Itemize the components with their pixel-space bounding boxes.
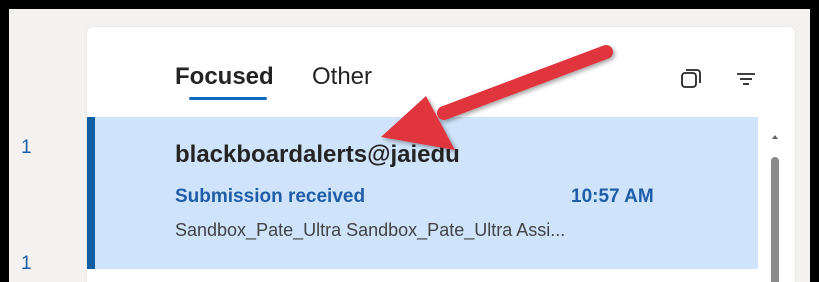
- tab-focused[interactable]: Focused: [175, 63, 274, 91]
- folder-unread-count: 1: [21, 137, 32, 158]
- folder-unread-count: 1: [21, 253, 32, 274]
- message-subject: Submission received: [175, 186, 366, 207]
- select-icon: [681, 69, 701, 88]
- selected-item-indicator: [87, 117, 95, 269]
- tab-other[interactable]: Other: [312, 63, 372, 91]
- scrollbar-thumb[interactable]: [771, 157, 779, 282]
- message-sender: blackboardalerts@jaiedu: [175, 141, 460, 168]
- filter-icon: [737, 73, 755, 85]
- filter-button[interactable]: [734, 67, 758, 91]
- message-time: 10:57 AM: [571, 186, 654, 207]
- app-frame: 1 1 Focused Other blackboardalerts@jaied…: [0, 0, 819, 282]
- select-button[interactable]: [679, 67, 703, 91]
- message-list-pane: Focused Other blackboardalerts@jaiedu Su…: [87, 27, 795, 282]
- message-preview: Sandbox_Pate_Ultra Sandbox_Pate_Ultra As…: [175, 220, 566, 240]
- message-list-item[interactable]: blackboardalerts@jaiedu Submission recei…: [87, 117, 758, 269]
- active-tab-indicator: [189, 97, 267, 100]
- scroll-up-icon[interactable]: [772, 135, 778, 139]
